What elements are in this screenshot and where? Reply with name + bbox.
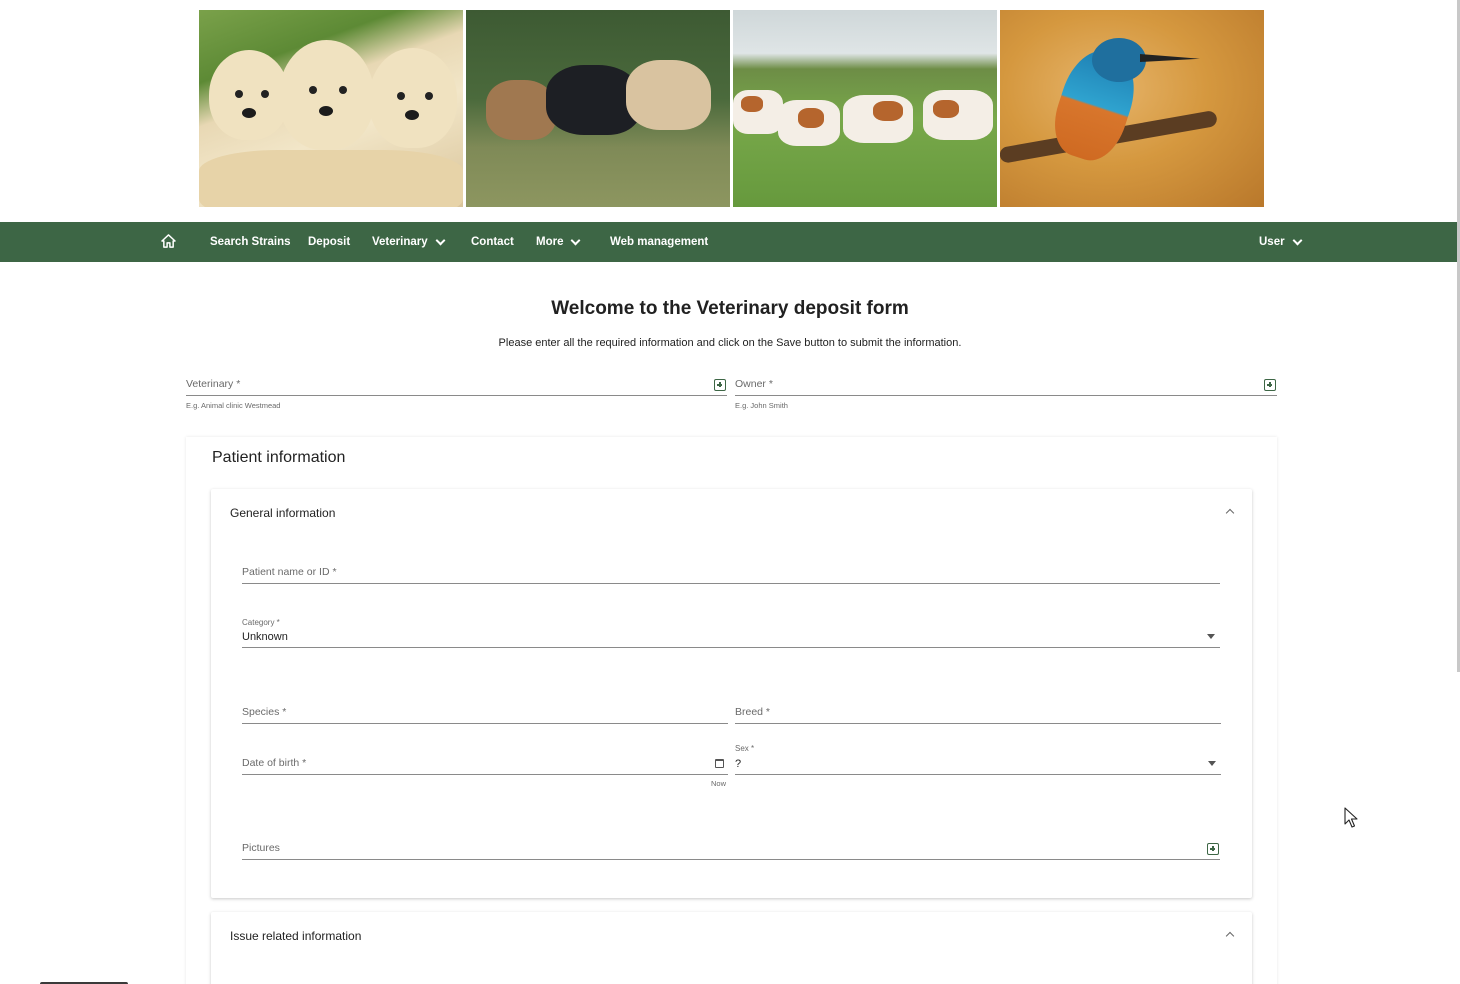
nav-deposit-label: Deposit [308, 236, 351, 248]
owner-label: Owner * [735, 378, 773, 390]
patient-name-field[interactable]: Patient name or ID * [242, 564, 1220, 584]
nav-search-strains-label: Search Strains [210, 236, 291, 248]
nav-web-management-label: Web management [610, 236, 709, 248]
patient-name-label: Patient name or ID * [242, 566, 337, 578]
page-subtitle: Please enter all the required informatio… [498, 337, 962, 349]
patient-information-title: Patient information [212, 449, 346, 466]
sex-value: ? [735, 758, 742, 770]
nav-deposit[interactable]: Deposit [308, 222, 350, 262]
banner-image-cows [733, 10, 997, 207]
banner-image-horses [466, 10, 730, 207]
veterinary-label: Veterinary * [186, 378, 241, 390]
general-information-panel [211, 489, 1252, 898]
nav-veterinary[interactable]: Veterinary [372, 222, 446, 262]
pictures-field[interactable]: Pictures [242, 840, 1220, 860]
date-now-link[interactable]: Now [711, 779, 726, 788]
issue-information-panel [211, 912, 1252, 984]
sex-select[interactable]: Sex * ? [735, 744, 1221, 775]
nav-veterinary-label: Veterinary [372, 236, 428, 248]
add-veterinary-icon[interactable] [714, 379, 726, 391]
category-value: Unknown [242, 631, 288, 643]
dropdown-caret-icon [1208, 761, 1216, 766]
category-label: Category * [242, 618, 280, 627]
nav-user-menu[interactable]: User [1259, 222, 1303, 262]
nav-contact-label: Contact [471, 236, 514, 248]
nav-search-strains[interactable]: Search Strains [210, 222, 291, 262]
home-icon[interactable] [161, 234, 176, 248]
species-field[interactable]: Species * [242, 704, 728, 724]
breed-field[interactable]: Breed * [735, 704, 1221, 724]
general-information-header[interactable]: General information [230, 506, 335, 520]
chevron-down-icon [571, 235, 581, 245]
nav-user-label: User [1259, 236, 1285, 248]
calendar-icon[interactable] [715, 759, 724, 768]
issue-information-header[interactable]: Issue related information [230, 929, 361, 943]
nav-more[interactable]: More [536, 222, 581, 262]
add-owner-icon[interactable] [1264, 379, 1276, 391]
sex-label: Sex * [735, 744, 755, 753]
add-picture-icon[interactable] [1207, 843, 1219, 855]
breed-label: Breed * [735, 706, 771, 718]
chevron-down-icon [1292, 235, 1303, 245]
nav-more-label: More [536, 236, 564, 248]
species-label: Species * [242, 706, 287, 718]
date-of-birth-field[interactable]: Date of birth * [242, 755, 728, 775]
mouse-cursor-icon [1344, 807, 1358, 828]
owner-hint: E.g. John Smith [735, 401, 788, 410]
banner-image-puppies [199, 10, 463, 207]
veterinary-hint: E.g. Animal clinic Westmead [186, 401, 281, 410]
date-of-birth-label: Date of birth * [242, 757, 307, 769]
page-title: Welcome to the Veterinary deposit form [551, 298, 909, 319]
nav-contact[interactable]: Contact [471, 222, 514, 262]
dropdown-caret-icon [1207, 634, 1215, 639]
nav-web-management[interactable]: Web management [610, 222, 708, 262]
category-select[interactable]: Category * Unknown [242, 618, 1220, 648]
owner-field[interactable]: Owner * [735, 376, 1277, 396]
pictures-label: Pictures [242, 842, 280, 854]
chevron-down-icon [435, 235, 446, 245]
banner-image-kingfisher [1000, 10, 1264, 207]
veterinary-field[interactable]: Veterinary * [186, 376, 727, 396]
main-navbar: Search Strains Deposit Veterinary Contac… [0, 222, 1457, 262]
banner [199, 10, 1264, 207]
